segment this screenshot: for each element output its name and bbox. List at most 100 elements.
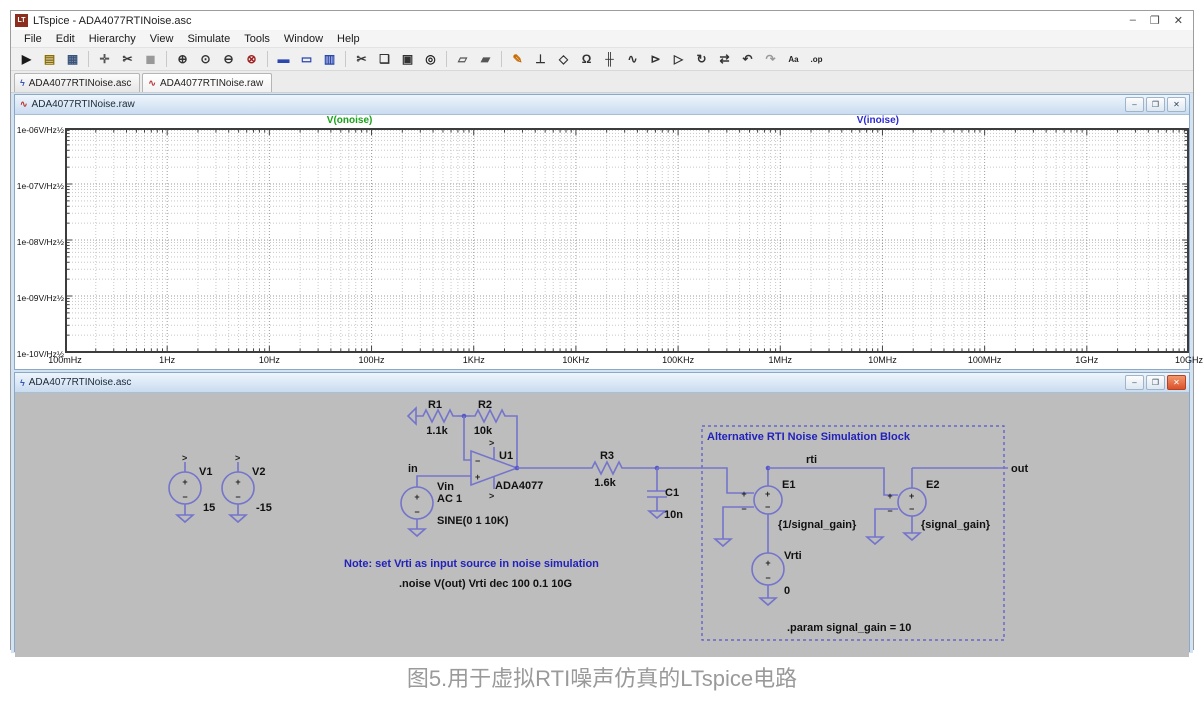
control-panel-icon[interactable]: ✛ xyxy=(94,49,115,70)
svg-text:−: − xyxy=(182,492,187,502)
plot-area[interactable] xyxy=(65,128,1189,354)
svg-text:−: − xyxy=(475,456,480,466)
waveform-restore-button[interactable]: ❐ xyxy=(1146,97,1165,112)
tab-ADA4077RTINoise.raw[interactable]: ∿ADA4077RTINoise.raw xyxy=(142,73,272,92)
tab-ADA4077RTINoise.asc[interactable]: ϟADA4077RTINoise.asc xyxy=(14,73,140,92)
toolbar-separator xyxy=(345,51,346,67)
y-tick-label: 1e-08V/Hz½ xyxy=(17,237,64,247)
schematic-canvas[interactable]: + − > V1 15 + − > xyxy=(15,393,1189,657)
component-vrti[interactable]: + − Vrti 0 xyxy=(752,550,802,605)
component-e1[interactable]: + − + − E1 {1/signal_gain} xyxy=(741,468,857,553)
svg-text:R3: R3 xyxy=(600,450,614,462)
schematic-pane-icon[interactable]: ▭ xyxy=(296,49,317,70)
waveform-close-button[interactable]: ✕ xyxy=(1167,97,1186,112)
tab-icon: ∿ xyxy=(148,78,156,89)
close-button[interactable]: ✕ xyxy=(1174,14,1183,27)
net-label-out[interactable]: out xyxy=(1011,463,1028,475)
toolbar-separator xyxy=(88,51,89,67)
print-icon[interactable]: ▰ xyxy=(475,49,496,70)
schematic-restore-button[interactable]: ❐ xyxy=(1146,375,1165,390)
svg-text:−: − xyxy=(765,502,770,512)
rti-block-title[interactable]: Alternative RTI Noise Simulation Block xyxy=(707,431,911,443)
component-vin[interactable]: + − Vin AC 1 SINE(0 1 10K) xyxy=(401,481,509,536)
cut-icon[interactable]: ✂ xyxy=(351,49,372,70)
zoom-pan-icon[interactable]: ⊙ xyxy=(195,49,216,70)
window-title: LTspice - ADA4077RTINoise.asc xyxy=(33,15,1130,27)
inductor-icon[interactable]: ∿ xyxy=(622,49,643,70)
x-tick-label: 1KHz xyxy=(463,355,485,365)
x-tick-label: 10Hz xyxy=(259,355,280,365)
ground-icon[interactable]: ⊥ xyxy=(530,49,551,70)
halt-icon[interactable]: ◼ xyxy=(140,49,161,70)
zoom-out-icon[interactable]: ⊖ xyxy=(218,49,239,70)
find-icon[interactable]: ◎ xyxy=(420,49,441,70)
component-icon[interactable]: ▷ xyxy=(668,49,689,70)
svg-text:AC 1: AC 1 xyxy=(437,493,462,505)
menu-help[interactable]: Help xyxy=(330,33,367,45)
menu-hierarchy[interactable]: Hierarchy xyxy=(82,33,143,45)
noise-plot[interactable] xyxy=(65,128,1189,354)
param-directive-text[interactable]: .param signal_gain = 10 xyxy=(787,622,911,634)
svg-text:{signal_gain}: {signal_gain} xyxy=(921,519,991,531)
noise-directive-text[interactable]: .noise V(out) Vrti dec 100 0.1 10G xyxy=(399,578,572,590)
legend-V(inoise)[interactable]: V(inoise) xyxy=(857,115,899,126)
component-c1[interactable]: C1 10n xyxy=(647,468,683,521)
save-icon[interactable]: ▦ xyxy=(62,49,83,70)
ltspice-window: LT LTspice - ADA4077RTINoise.asc – ❐ ✕ F… xyxy=(10,10,1194,650)
text-icon[interactable]: Aa xyxy=(783,49,804,70)
menu-tools[interactable]: Tools xyxy=(237,33,277,45)
component-v2[interactable]: + − > V2 -15 xyxy=(222,453,272,522)
legend-V(onoise)[interactable]: V(onoise) xyxy=(327,115,373,126)
schematic-close-button[interactable]: ✕ xyxy=(1167,375,1186,390)
component-r1[interactable]: R1 1.1k xyxy=(408,399,464,437)
paste-icon[interactable]: ▣ xyxy=(397,49,418,70)
minimize-button[interactable]: – xyxy=(1130,14,1136,27)
capacitor-icon[interactable]: ╫ xyxy=(599,49,620,70)
mirror-icon[interactable]: ⇄ xyxy=(714,49,735,70)
waveform-icon: ∿ xyxy=(20,99,28,110)
component-v1[interactable]: + − > V1 15 xyxy=(169,453,215,522)
waveform-minimize-button[interactable]: – xyxy=(1125,97,1144,112)
maximize-button[interactable]: ❐ xyxy=(1150,14,1160,27)
component-e2[interactable]: + − + − E2 {signal_gain} xyxy=(887,468,990,540)
x-tick-label: 10KHz xyxy=(562,355,589,365)
menu-simulate[interactable]: Simulate xyxy=(180,33,237,45)
component-u1[interactable]: − + > > U1 ADA4077 xyxy=(471,438,543,501)
redo-icon[interactable]: ↷ xyxy=(760,49,781,70)
waveform-window-titlebar[interactable]: ∿ ADA4077RTINoise.raw – ❐ ✕ xyxy=(15,95,1189,115)
copy-icon[interactable]: ❏ xyxy=(374,49,395,70)
svg-text:10k: 10k xyxy=(474,425,493,437)
tile-panes-icon[interactable]: ▥ xyxy=(319,49,340,70)
menu-file[interactable]: File xyxy=(17,33,49,45)
rotate-icon[interactable]: ↻ xyxy=(691,49,712,70)
resistor-icon[interactable]: Ω xyxy=(576,49,597,70)
svg-text:{1/signal_gain}: {1/signal_gain} xyxy=(778,519,857,531)
cut-tool-icon[interactable]: ✂ xyxy=(117,49,138,70)
spice-directive-icon[interactable]: .op xyxy=(806,49,827,70)
undo-icon[interactable]: ↶ xyxy=(737,49,758,70)
note-text[interactable]: Note: set Vrti as input source in noise … xyxy=(344,558,599,570)
net-label-rti[interactable]: rti xyxy=(806,454,817,466)
menu-edit[interactable]: Edit xyxy=(49,33,82,45)
e1-ctrl-gnd-wire[interactable] xyxy=(723,507,754,539)
net-label-in[interactable]: in xyxy=(408,463,418,475)
figure-caption: 图5.用于虚拟RTI噪声仿真的LTspice电路 xyxy=(0,661,1204,693)
svg-text:−: − xyxy=(909,504,914,514)
open-icon[interactable]: ▤ xyxy=(39,49,60,70)
schematic-window-titlebar[interactable]: ϟ ADA4077RTINoise.asc – ❐ ✕ xyxy=(15,373,1189,393)
draw-wire-icon[interactable]: ✎ xyxy=(507,49,528,70)
menu-window[interactable]: Window xyxy=(277,33,330,45)
print-preview-icon[interactable]: ▱ xyxy=(452,49,473,70)
feedback-wire[interactable] xyxy=(464,416,471,460)
component-r3[interactable]: R3 1.6k xyxy=(588,450,657,489)
x-tick-label: 100mHz xyxy=(48,355,82,365)
new-schematic-icon[interactable]: ▶ xyxy=(16,49,37,70)
label-net-icon[interactable]: ◇ xyxy=(553,49,574,70)
waveform-pane-icon[interactable]: ▬ xyxy=(273,49,294,70)
diode-icon[interactable]: ⊳ xyxy=(645,49,666,70)
vminus-flag: > xyxy=(489,491,494,501)
schematic-minimize-button[interactable]: – xyxy=(1125,375,1144,390)
menu-view[interactable]: View xyxy=(143,33,181,45)
zoom-in-icon[interactable]: ⊕ xyxy=(172,49,193,70)
zoom-full-extents-icon[interactable]: ⊗ xyxy=(241,49,262,70)
